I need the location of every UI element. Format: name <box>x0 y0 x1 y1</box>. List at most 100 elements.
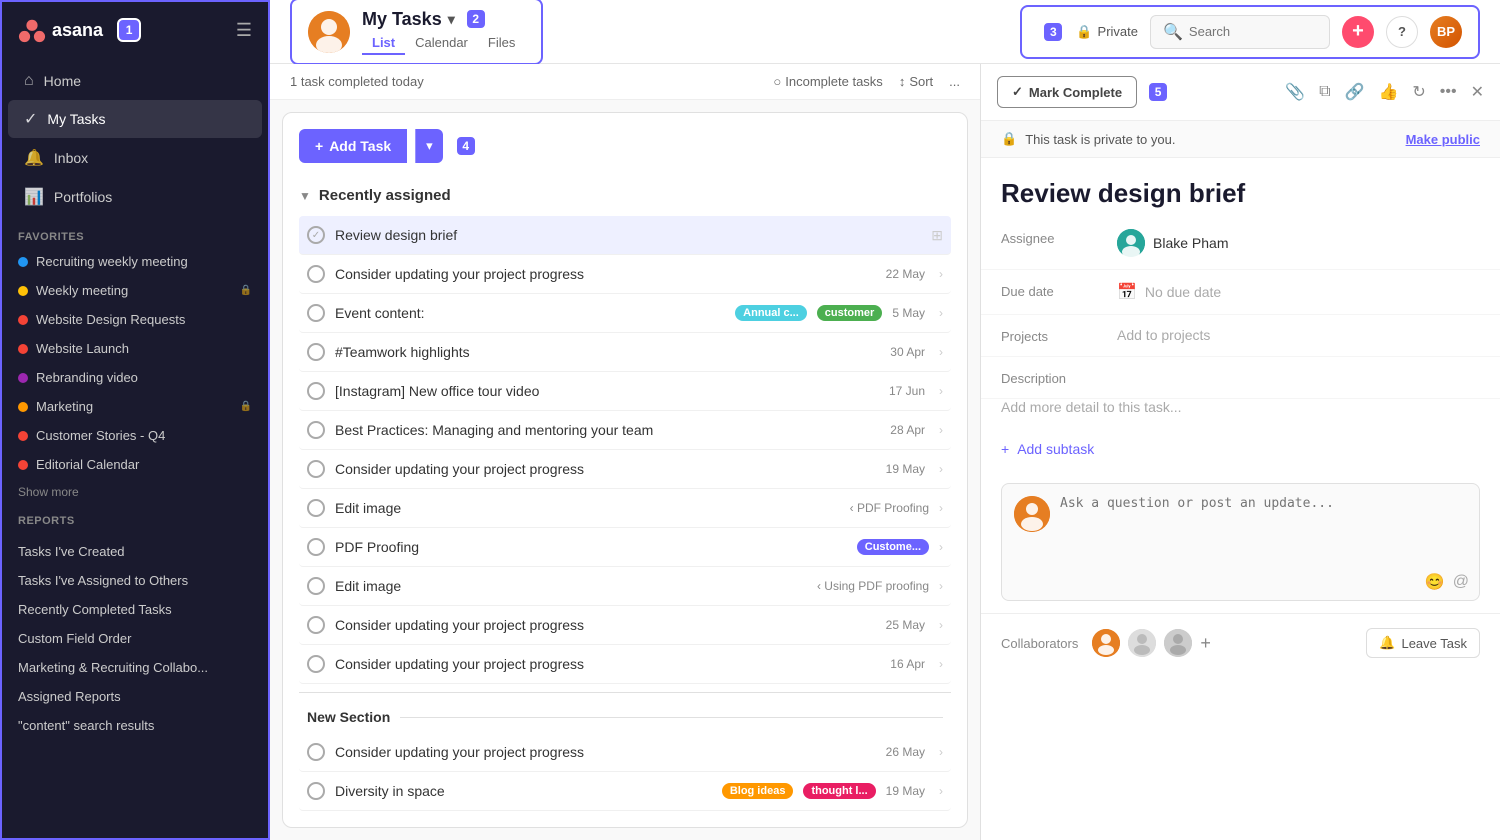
task-check-icon[interactable] <box>307 743 325 761</box>
add-task-dropdown[interactable]: ▾ <box>415 129 443 163</box>
sidebar-item-my-tasks[interactable]: ✓ My Tasks <box>8 100 262 138</box>
mark-complete-button[interactable]: ✓ Mark Complete <box>997 76 1137 108</box>
emoji-icon[interactable]: 😊 <box>1425 572 1445 592</box>
sidebar-item-home[interactable]: ⌂ Home <box>8 63 262 99</box>
tab-list[interactable]: List <box>362 32 405 55</box>
fav-item-website-launch[interactable]: Website Launch <box>2 334 268 363</box>
task-check-icon[interactable] <box>307 499 325 517</box>
header: My Tasks ▾ 2 List Calendar Files 3 🔒 Pri… <box>270 0 1500 64</box>
chevron-right-icon: › <box>939 784 943 798</box>
comment-input-row <box>1002 484 1479 568</box>
sidebar: asana 1 ☰ ⌂ Home ✓ My Tasks 🔔 Inbox 📊 Po… <box>0 0 270 840</box>
comment-avatar-img <box>1014 496 1050 532</box>
task-item[interactable]: [Instagram] New office tour video 17 Jun… <box>299 372 951 411</box>
description-placeholder[interactable]: Add more detail to this task... <box>981 399 1500 427</box>
task-item[interactable]: PDF Proofing Custome... › <box>299 528 951 567</box>
task-item[interactable]: #Teamwork highlights 30 Apr › <box>299 333 951 372</box>
copy-icon[interactable]: ⧉ <box>1319 83 1330 101</box>
task-item[interactable]: Diversity in space Blog ideas thought l.… <box>299 772 951 811</box>
fav-item-website-design[interactable]: Website Design Requests <box>2 305 268 334</box>
section-toggle-icon[interactable]: ▼ <box>299 189 311 203</box>
user-avatar-header[interactable]: BP <box>1430 16 1462 48</box>
add-subtask-button[interactable]: + Add subtask <box>981 427 1500 471</box>
task-check-icon[interactable] <box>307 577 325 595</box>
attachment-icon[interactable]: 📎 <box>1285 82 1305 102</box>
assignee-value[interactable]: Blake Pham <box>1117 229 1228 257</box>
fav-item-weekly[interactable]: Weekly meeting 🔒 <box>2 276 268 305</box>
task-check-icon[interactable] <box>307 782 325 800</box>
fav-item-customer-stories[interactable]: Customer Stories - Q4 <box>2 421 268 450</box>
task-check-icon[interactable] <box>307 265 325 283</box>
search-box[interactable]: 🔍 <box>1150 15 1330 49</box>
fav-label: Customer Stories - Q4 <box>36 428 165 443</box>
add-task-button[interactable]: + Add Task <box>299 129 407 163</box>
task-item[interactable]: Consider updating your project progress … <box>299 645 951 684</box>
fav-item-marketing[interactable]: Marketing 🔒 <box>2 392 268 421</box>
content-area: 1 task completed today ○ Incomplete task… <box>270 64 1500 840</box>
search-input[interactable] <box>1189 24 1317 39</box>
task-check-icon[interactable] <box>307 616 325 634</box>
task-check-icon[interactable] <box>307 343 325 361</box>
leave-task-button[interactable]: 🔔 Leave Task <box>1366 628 1480 658</box>
task-item[interactable]: Consider updating your project progress … <box>299 606 951 645</box>
circle-check-icon: ○ <box>773 74 781 89</box>
detail-task-title: Review design brief <box>981 158 1500 217</box>
task-check-icon[interactable] <box>307 655 325 673</box>
show-more-button[interactable]: Show more <box>2 479 268 505</box>
more-options-icon[interactable]: ••• <box>1440 83 1457 101</box>
add-collaborator-button[interactable]: + <box>1200 633 1211 654</box>
hamburger-menu-icon[interactable]: ☰ <box>236 20 252 41</box>
refresh-icon[interactable]: ↻ <box>1412 82 1425 102</box>
thumbs-up-icon[interactable]: 👍 <box>1378 82 1398 102</box>
task-item[interactable]: Consider updating your project progress … <box>299 255 951 294</box>
task-check-icon[interactable] <box>307 304 325 322</box>
link-icon[interactable]: 🔗 <box>1345 82 1365 102</box>
task-name: Consider updating your project progress <box>335 617 876 633</box>
task-check-icon[interactable] <box>307 460 325 478</box>
at-mention-icon[interactable]: @ <box>1453 573 1469 591</box>
title-chevron-icon[interactable]: ▾ <box>448 11 455 28</box>
help-button[interactable]: ? <box>1386 16 1418 48</box>
fav-item-editorial[interactable]: Editorial Calendar <box>2 450 268 479</box>
report-tasks-assigned[interactable]: Tasks I've Assigned to Others <box>2 566 268 595</box>
task-item[interactable]: Consider updating your project progress … <box>299 450 951 489</box>
sidebar-item-portfolios[interactable]: 📊 Portfolios <box>8 178 262 216</box>
report-assigned[interactable]: Assigned Reports <box>2 682 268 711</box>
add-task-label: Add Task <box>329 138 391 154</box>
task-check-icon[interactable] <box>307 538 325 556</box>
projects-value[interactable]: Add to projects <box>1117 327 1210 343</box>
tab-files[interactable]: Files <box>478 32 525 55</box>
comment-input[interactable] <box>1060 496 1467 556</box>
add-button[interactable]: + <box>1342 16 1374 48</box>
task-item[interactable]: Best Practices: Managing and mentoring y… <box>299 411 951 450</box>
asana-logo[interactable]: asana <box>18 16 103 44</box>
comment-user-avatar <box>1014 496 1050 532</box>
tab-calendar[interactable]: Calendar <box>405 32 478 55</box>
make-public-button[interactable]: Make public <box>1406 132 1480 147</box>
task-item[interactable]: Event content: Annual c... customer 5 Ma… <box>299 294 951 333</box>
task-check-icon[interactable] <box>307 421 325 439</box>
report-recently-completed[interactable]: Recently Completed Tasks <box>2 595 268 624</box>
task-item[interactable]: Edit image ‹ Using PDF proofing › <box>299 567 951 606</box>
task-check-icon[interactable]: ✓ <box>307 226 325 244</box>
fav-item-rebranding[interactable]: Rebranding video <box>2 363 268 392</box>
search-icon: 🔍 <box>1163 22 1183 42</box>
detail-assignee-field: Assignee Blake Pham <box>981 217 1500 270</box>
task-item[interactable]: ✓ Review design brief ⊞ <box>299 216 951 255</box>
task-name: #Teamwork highlights <box>335 344 880 360</box>
close-icon[interactable]: ✕ <box>1471 82 1484 102</box>
due-date-value[interactable]: 📅 No due date <box>1117 282 1221 302</box>
task-item[interactable]: Consider updating your project progress … <box>299 733 951 772</box>
sort-button[interactable]: ↕ Sort <box>899 74 933 89</box>
report-marketing-recruiting[interactable]: Marketing & Recruiting Collabo... <box>2 653 268 682</box>
task-item[interactable]: Edit image ‹ PDF Proofing › <box>299 489 951 528</box>
report-content-search[interactable]: "content" search results <box>2 711 268 740</box>
report-tasks-created[interactable]: Tasks I've Created <box>2 537 268 566</box>
task-check-icon[interactable] <box>307 382 325 400</box>
more-options-button[interactable]: ... <box>949 74 960 89</box>
fav-item-recruiting[interactable]: Recruiting weekly meeting <box>2 247 268 276</box>
report-custom-field[interactable]: Custom Field Order <box>2 624 268 653</box>
sidebar-item-inbox[interactable]: 🔔 Inbox <box>8 139 262 177</box>
incomplete-tasks-filter[interactable]: ○ Incomplete tasks <box>773 74 882 89</box>
task-name: Consider updating your project progress <box>335 744 876 760</box>
